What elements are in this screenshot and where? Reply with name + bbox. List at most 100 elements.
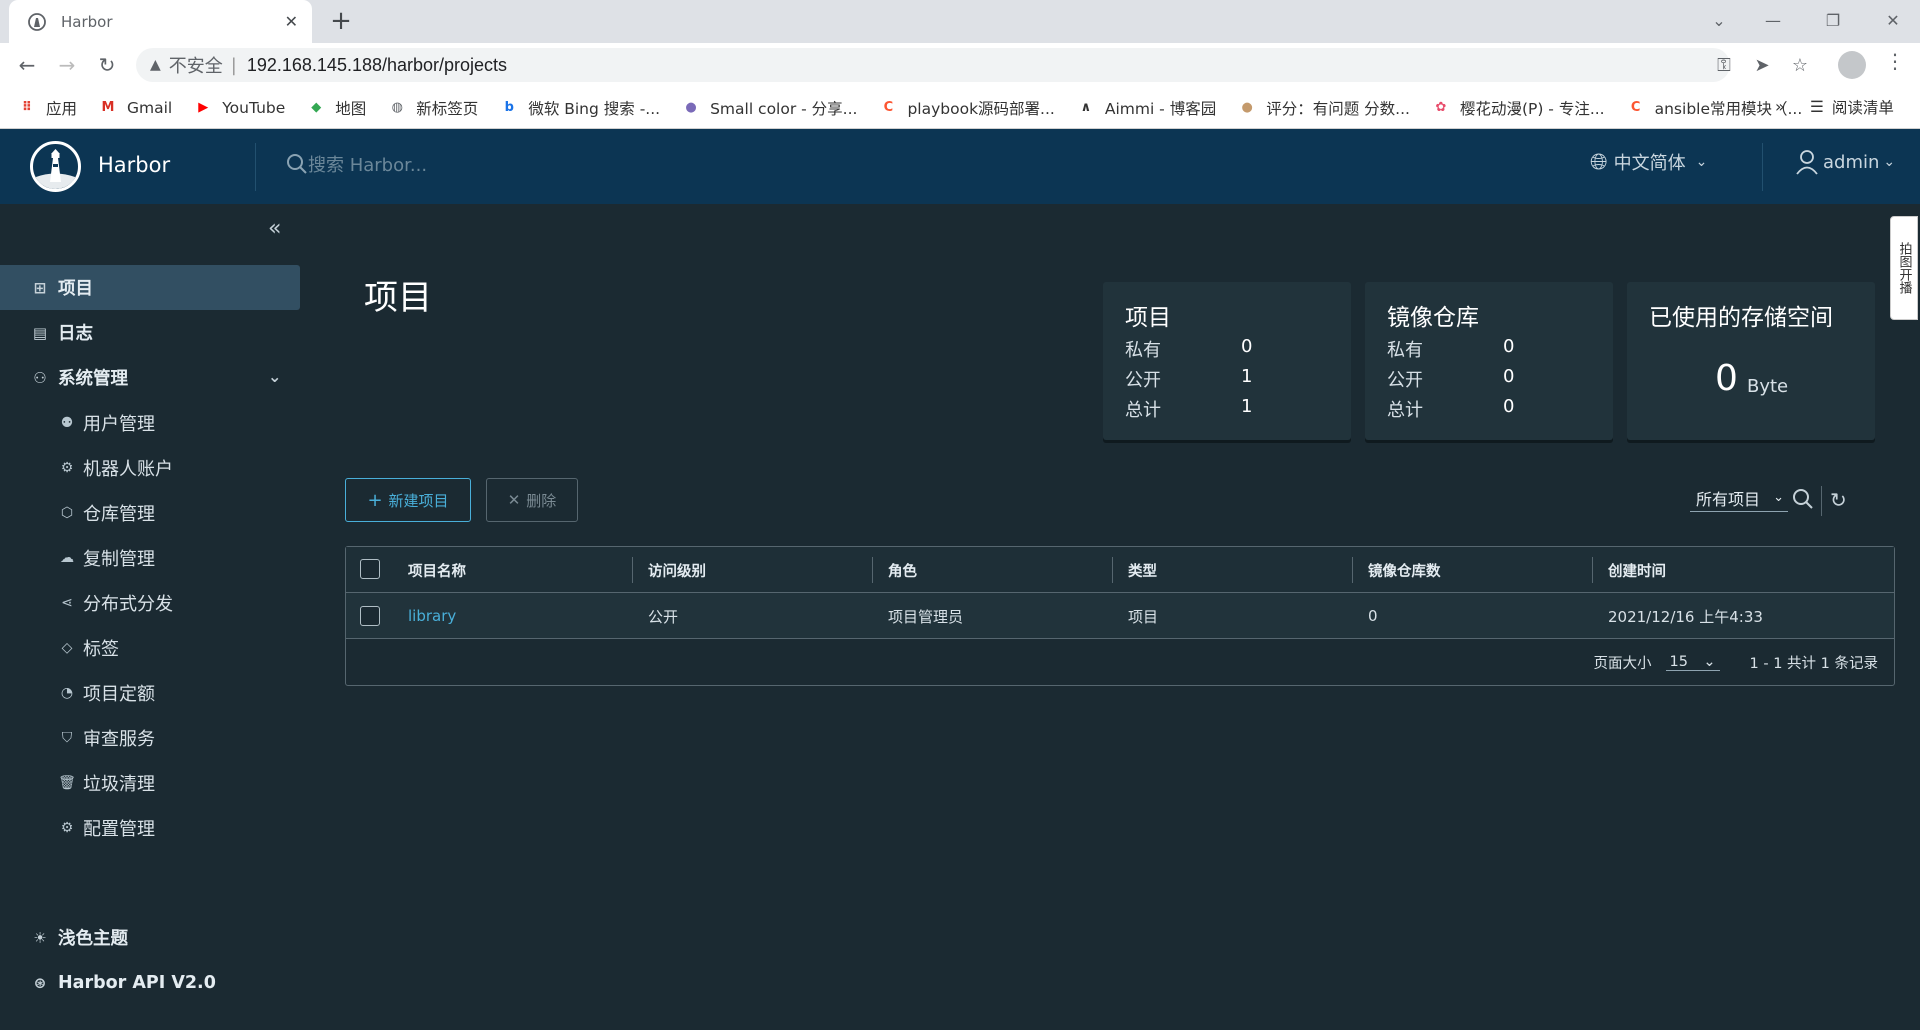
column-divider[interactable] <box>872 557 873 583</box>
new-project-button[interactable]: + 新建项目 <box>345 478 471 522</box>
card-row-value: 0 <box>1503 366 1515 387</box>
sidebar-item-projects[interactable]: ⊞ 项目 <box>0 265 300 310</box>
side-floating-tab[interactable]: 拍图开播 <box>1890 216 1918 320</box>
sidebar-item-distribution[interactable]: ⋖ 分布式分发 <box>0 580 300 625</box>
security-label[interactable]: 不安全 <box>169 52 223 78</box>
bookmark-item[interactable]: ● Small color - 分享... <box>682 97 857 119</box>
bookmark-item[interactable]: ▶ YouTube <box>194 99 285 117</box>
restore-button[interactable]: ❐ <box>1806 0 1860 40</box>
bookmark-item[interactable]: ● 评分：有问题 分数... <box>1238 97 1410 119</box>
column-divider[interactable] <box>1592 557 1593 583</box>
omnibox[interactable]: ▲ 不安全 | 192.168.145.188/harbor/projects <box>136 48 1730 82</box>
send-icon[interactable]: ➤ <box>1750 53 1774 77</box>
tab-close-icon[interactable]: ✕ <box>285 12 298 31</box>
repo-count-cell: 0 <box>1368 607 1378 625</box>
bookmark-label: 评分：有问题 分数... <box>1266 99 1410 118</box>
column-header[interactable]: 创建时间 <box>1608 547 1666 593</box>
card-row: 总计 1 <box>1125 396 1325 422</box>
page-size-select[interactable]: 15 ⌄ <box>1665 654 1720 671</box>
bookmark-item[interactable]: ◍ 新标签页 <box>388 97 479 119</box>
column-header[interactable]: 角色 <box>888 547 917 593</box>
column-divider[interactable] <box>1112 557 1113 583</box>
filter-label: 所有项目 <box>1696 489 1761 509</box>
language-selector[interactable]: 🌐︎ 中文简体 ⌄ <box>1590 149 1707 175</box>
bookmark-item[interactable]: ∧ Aimmi - 博客园 <box>1077 97 1217 119</box>
minimize-button[interactable]: — <box>1746 0 1800 40</box>
key-icon[interactable]: ⚿ <box>1712 53 1736 77</box>
csdn-icon: C <box>1630 100 1641 115</box>
bookmark-item[interactable]: b 微软 Bing 搜索 -... <box>500 97 660 119</box>
sidebar-item-quotas[interactable]: ◔ 项目定额 <box>0 670 300 715</box>
browser-tab[interactable]: Harbor ✕ <box>9 0 312 43</box>
global-search[interactable]: 搜索 Harbor... <box>286 151 427 177</box>
brand-name[interactable]: Harbor <box>98 153 170 177</box>
url-text[interactable]: 192.168.145.188/harbor/projects <box>247 55 507 76</box>
sidebar-item-registries[interactable]: ⬡ 仓库管理 <box>0 490 300 535</box>
api-link[interactable]: ⊛ Harbor API V2.0 <box>0 960 300 1005</box>
sidebar-item-labels[interactable]: ◇ 标签 <box>0 625 300 670</box>
theme-toggle[interactable]: ☀ 浅色主题 <box>0 915 300 960</box>
sidebar-item-admin[interactable]: ⚇ 系统管理 ⌄ <box>0 355 300 400</box>
bookmark-star-icon[interactable]: ☆ <box>1788 53 1812 77</box>
sidebar-item-config[interactable]: ⚙ 配置管理 <box>0 805 300 850</box>
logs-icon: ▤ <box>32 323 48 342</box>
bookmark-label: Aimmi - 博客园 <box>1104 99 1217 118</box>
sidebar-item-replication[interactable]: ☁ 复制管理 <box>0 535 300 580</box>
delete-button[interactable]: ✕ 删除 <box>486 478 578 522</box>
bing-icon: b <box>504 100 514 115</box>
browser-menu-icon[interactable]: ⋮ <box>1885 49 1905 73</box>
close-window-button[interactable]: ✕ <box>1866 0 1920 40</box>
column-header[interactable]: 项目名称 <box>408 547 466 593</box>
bookmark-item[interactable]: M Gmail <box>99 99 173 117</box>
bookmark-item[interactable]: ✿ 樱花动漫(P) - 专注... <box>1432 97 1605 119</box>
refresh-icon[interactable]: ↻ <box>1830 488 1847 512</box>
bookmark-label: Small color - 分享... <box>710 99 858 118</box>
sidebar-item-label: 审查服务 <box>83 728 155 750</box>
select-all-checkbox[interactable] <box>360 559 380 579</box>
bookmark-item[interactable]: Cplaybook源码部署... <box>879 97 1055 119</box>
card-row-label: 公开 <box>1387 370 1423 391</box>
bookmark-item[interactable]: ◆ 地图 <box>307 97 366 119</box>
row-checkbox[interactable] <box>360 606 380 626</box>
chevron-down-icon: ⌄ <box>1883 154 1896 170</box>
storage-unit: Byte <box>1747 376 1789 397</box>
bookmark-item[interactable]: ⠿ 应用 <box>18 97 77 119</box>
project-filter-select[interactable]: 所有项目 ⌄ <box>1690 488 1788 512</box>
username: admin <box>1823 151 1880 173</box>
site-icon: ● <box>685 100 697 115</box>
api-label: Harbor API V2.0 <box>58 972 216 993</box>
search-icon[interactable] <box>1792 488 1814 515</box>
column-divider[interactable] <box>1352 557 1353 583</box>
column-header[interactable]: 镜像仓库数 <box>1368 547 1441 593</box>
bookmarks-overflow-icon[interactable]: » <box>1775 97 1785 116</box>
sidebar-item-label: 标签 <box>83 638 119 660</box>
collapse-sidebar-icon[interactable]: « <box>268 216 281 241</box>
gmail-icon: M <box>101 100 115 115</box>
bookmark-label: 樱花动漫(P) - 专注... <box>1459 99 1605 118</box>
csdn-icon: C <box>883 100 894 115</box>
sidebar-item-gc[interactable]: 🗑︎ 垃圾清理 <box>0 760 300 805</box>
harbor-logo[interactable] <box>30 141 81 192</box>
sidebar-item-interrogation[interactable]: ⛉ 审查服务 <box>0 715 300 760</box>
project-name-link[interactable]: library <box>408 593 456 639</box>
delete-label: 删除 <box>526 491 557 510</box>
column-divider[interactable] <box>632 557 633 583</box>
sidebar-item-robots[interactable]: ⚙ 机器人账户 <box>0 445 300 490</box>
column-header[interactable]: 访问级别 <box>648 547 706 593</box>
reload-button[interactable]: ↻ <box>92 50 122 80</box>
back-button[interactable]: ← <box>12 50 42 80</box>
sidebar-item-users[interactable]: ⚉ 用户管理 <box>0 400 300 445</box>
new-tab-button[interactable]: + <box>326 6 356 36</box>
bookmark-label: 微软 Bing 搜索 -... <box>528 99 661 118</box>
profile-avatar[interactable] <box>1838 51 1866 79</box>
forward-button[interactable]: → <box>52 50 82 80</box>
flower-icon: ✿ <box>1435 100 1447 115</box>
user-menu[interactable]: admin ⌄ <box>1795 149 1895 175</box>
column-header[interactable]: 类型 <box>1128 547 1157 593</box>
card-title: 已使用的存储空间 <box>1649 305 1833 331</box>
reading-list-button[interactable]: ☰ 阅读清单 <box>1810 96 1894 118</box>
chevron-down-icon[interactable]: ⌄ <box>268 367 281 386</box>
tab-search-icon[interactable]: ⌄ <box>1692 0 1746 40</box>
search-input[interactable]: 搜索 Harbor... <box>308 151 427 177</box>
sidebar-item-logs[interactable]: ▤ 日志 <box>0 310 300 355</box>
